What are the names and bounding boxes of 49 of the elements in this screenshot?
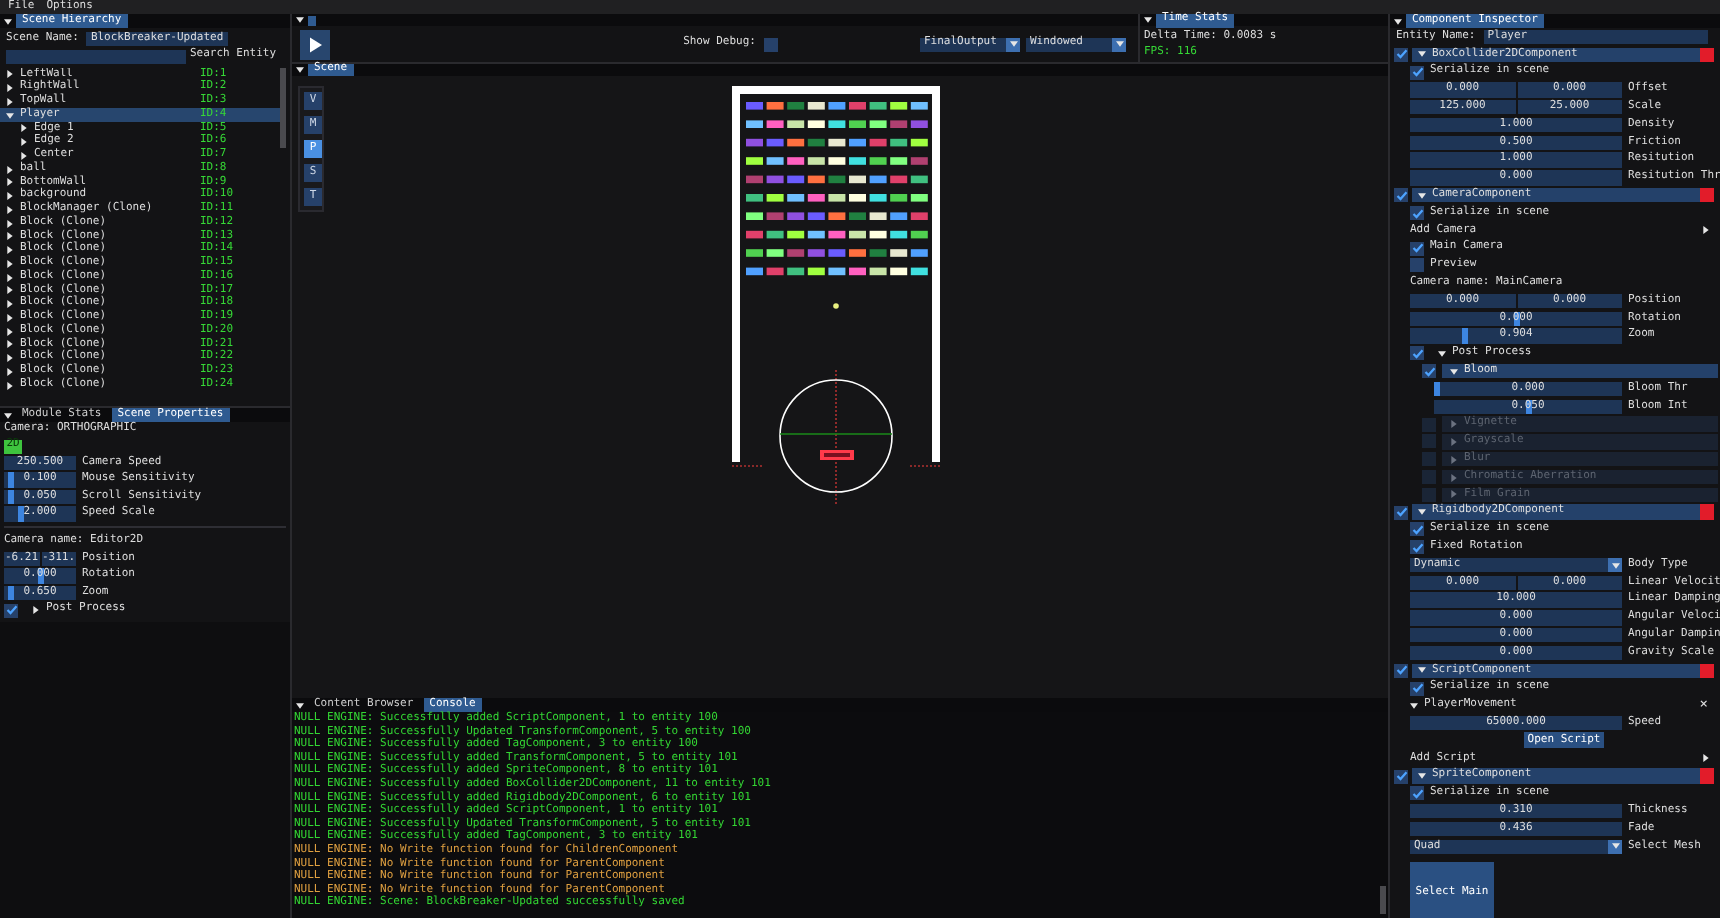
checkbox[interactable] [1394,505,1408,520]
panel-tab[interactable] [308,15,316,25]
slider-thumb[interactable] [7,472,14,488]
caret-down-icon [1418,666,1426,675]
caret-right-icon [1702,754,1710,763]
checkbox[interactable] [1394,663,1408,678]
checkbox[interactable] [1410,681,1424,696]
caret-down-icon [1418,50,1426,59]
slider-thumb[interactable] [1434,381,1440,397]
checkbox[interactable] [1410,786,1424,801]
caret-down-icon [1418,191,1426,200]
caret-down-icon [4,411,12,419]
checkbox[interactable] [1410,206,1424,221]
slider-thumb[interactable] [7,489,14,505]
slider-thumb[interactable] [17,506,24,522]
scrollbar[interactable] [280,68,286,148]
check-icon [1411,242,1423,255]
checkbox[interactable] [1394,769,1408,784]
caret-down-icon [6,111,14,120]
caret-down-icon [1410,701,1418,710]
caret-down-icon [1611,842,1619,851]
checkbox[interactable] [1394,188,1408,203]
checkbox[interactable] [1422,364,1436,379]
remove-button[interactable] [1700,188,1714,203]
caret-right-icon [1702,226,1710,235]
play-icon [309,35,321,53]
scrollbar[interactable] [1380,886,1386,914]
caret-down-icon [1418,772,1426,781]
checkbox[interactable] [1410,540,1424,555]
checkbox[interactable] [1410,258,1424,273]
remove-button[interactable] [1700,47,1714,63]
search-field[interactable] [6,49,186,63]
caret-down-icon [1115,40,1123,48]
checkbox[interactable] [1394,47,1408,62]
caret-down-icon [1009,40,1017,48]
checkbox[interactable] [764,37,778,51]
checkbox[interactable] [4,603,18,618]
checkbox[interactable] [1410,241,1424,256]
remove-button[interactable] [1700,663,1714,678]
slider-thumb[interactable] [7,585,14,601]
play-button[interactable] [300,29,330,59]
check-icon [5,604,17,617]
caret-down-icon [1418,508,1426,517]
slider-thumb[interactable] [1461,328,1468,344]
checkbox[interactable] [1410,65,1424,80]
checkbox[interactable] [1410,522,1424,537]
checkbox[interactable] [1410,346,1424,361]
caret-right-icon [32,606,40,615]
caret-down-icon [1611,561,1619,569]
